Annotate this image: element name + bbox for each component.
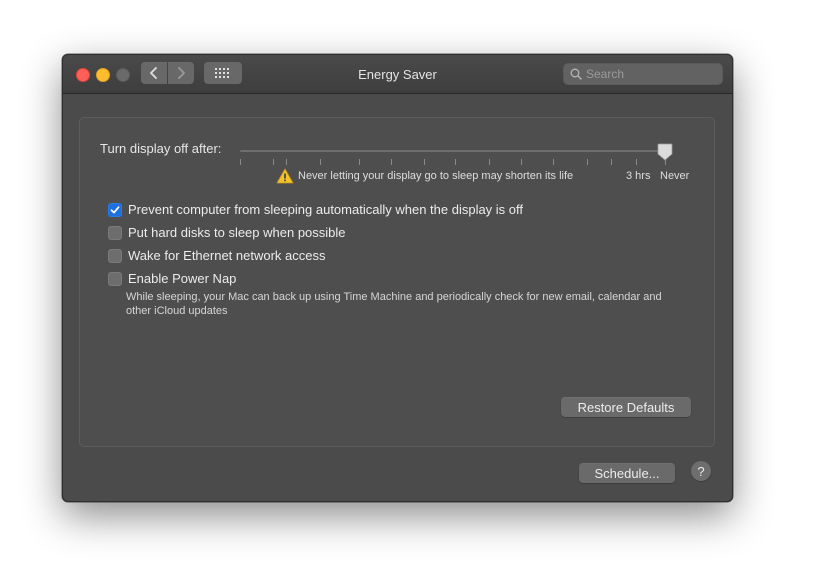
power-nap-label: Enable Power Nap <box>128 271 237 286</box>
energy-saver-window: Energy Saver Turn display off after: <box>62 54 733 502</box>
slider-tick <box>521 159 522 165</box>
checkmark-icon <box>110 205 120 213</box>
display-sleep-warning: Never letting your display go to sleep m… <box>298 170 574 182</box>
wake-ethernet-label: Wake for Ethernet network access <box>128 248 326 263</box>
slider-tick <box>587 159 588 165</box>
prevent-sleep-label: Prevent computer from sleeping automatic… <box>128 202 524 217</box>
help-button[interactable]: ? <box>691 461 711 481</box>
search-icon <box>570 68 582 80</box>
option-hard-disk-sleep[interactable]: Put hard disks to sleep when possible <box>108 225 346 240</box>
wake-ethernet-checkbox[interactable] <box>108 248 122 263</box>
slider-tick <box>391 159 392 165</box>
settings-panel: Turn display off after: Never letting yo… <box>79 117 715 447</box>
option-prevent-sleep[interactable]: Prevent computer from sleeping automatic… <box>108 202 523 217</box>
title-bar: Energy Saver <box>63 55 732 94</box>
slider-tick <box>636 159 637 165</box>
option-wake-ethernet[interactable]: Wake for Ethernet network access <box>108 248 326 263</box>
power-nap-checkbox[interactable] <box>108 271 122 286</box>
slider-tick <box>359 159 360 165</box>
slider-tick <box>553 159 554 165</box>
slider-tick <box>611 159 612 165</box>
slider-tick <box>273 159 274 165</box>
slider-tick <box>489 159 490 165</box>
warning-icon <box>276 168 294 184</box>
search-field[interactable] <box>563 63 723 85</box>
slider-tick <box>286 159 287 165</box>
display-sleep-label: Turn display off after: <box>100 141 222 156</box>
slider-tick <box>240 159 241 165</box>
hard-disk-sleep-label: Put hard disks to sleep when possible <box>128 225 346 240</box>
slider-track[interactable] <box>240 150 668 152</box>
tick-label-never: Never <box>660 170 690 182</box>
hard-disk-sleep-checkbox[interactable] <box>108 225 122 240</box>
option-power-nap[interactable]: Enable Power Nap <box>108 271 236 286</box>
slider-tick <box>320 159 321 165</box>
slider-tick <box>424 159 425 165</box>
power-nap-description: While sleeping, your Mac can back up usi… <box>126 291 662 317</box>
slider-knob[interactable] <box>657 143 673 161</box>
search-input[interactable] <box>586 65 716 83</box>
tick-label-3hrs: 3 hrs <box>626 170 651 182</box>
slider-tick <box>455 159 456 165</box>
prevent-sleep-checkbox[interactable] <box>108 202 122 217</box>
restore-defaults-button[interactable]: Restore Defaults <box>561 397 691 417</box>
schedule-button[interactable]: Schedule... <box>579 463 675 483</box>
